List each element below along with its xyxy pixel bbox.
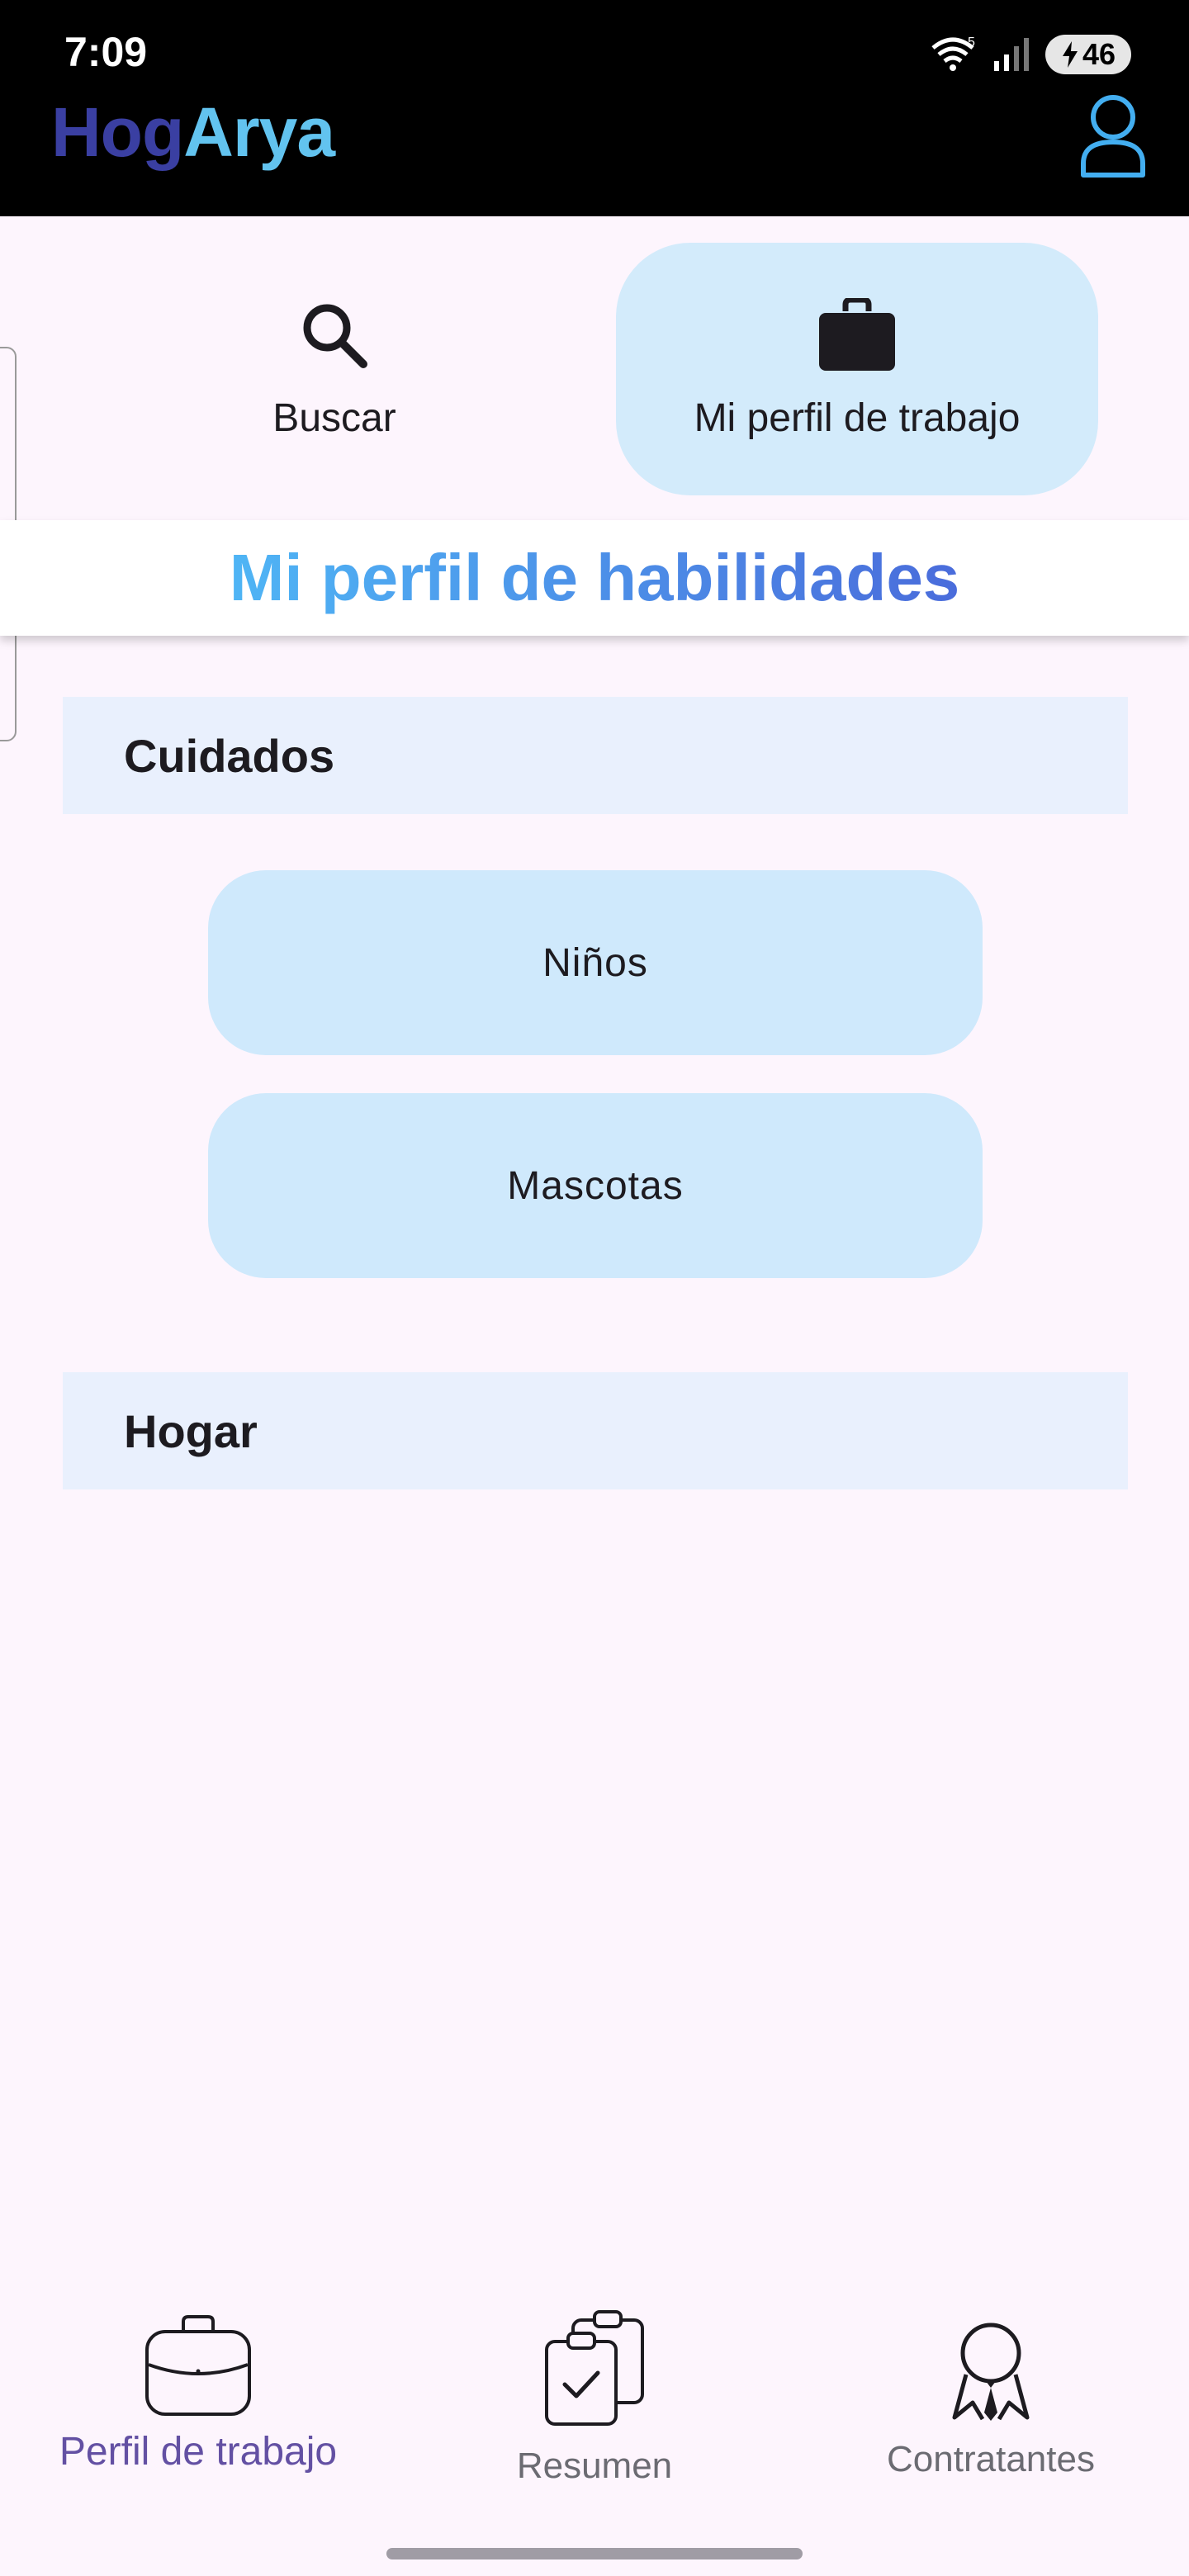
bottom-nav-label: Resumen <box>516 2446 673 2486</box>
clipboard-check-icon <box>545 2310 644 2426</box>
status-time: 7:09 <box>64 29 148 75</box>
bottom-nav-work-profile[interactable]: Perfil de trabajo <box>33 2313 363 2474</box>
wifi-icon: 5 <box>931 36 975 71</box>
skill-chip-ninos[interactable]: Niños <box>208 870 983 1055</box>
person-tie-icon <box>952 2323 1030 2421</box>
top-nav: Buscar Mi perfil de trabajo <box>0 216 1189 514</box>
brand-part-2: Arya <box>183 93 335 171</box>
battery-level: 46 <box>1082 37 1116 71</box>
bottom-nav-contractors[interactable]: Contratantes <box>826 2320 1156 2480</box>
tab-work-profile-label: Mi perfil de trabajo <box>694 395 1021 440</box>
page-title: Mi perfil de habilidades <box>229 541 960 614</box>
charging-icon <box>1062 41 1078 68</box>
app-logo: HogArya <box>51 92 335 173</box>
person-icon[interactable] <box>1080 92 1146 178</box>
page-title-banner: Mi perfil de habilidades <box>0 520 1189 636</box>
bottom-nav-summary[interactable]: Resumen <box>429 2308 760 2487</box>
section-header-cuidados[interactable]: Cuidados <box>63 697 1128 814</box>
signal-icon <box>994 38 1029 71</box>
section-header-hogar[interactable]: Hogar <box>63 1372 1128 1489</box>
app-bar: 7:09 5 46 HogArya <box>0 0 1189 216</box>
skill-label: Mascotas <box>507 1163 684 1208</box>
section-title: Cuidados <box>124 729 335 782</box>
status-icons: 5 46 <box>928 31 1131 78</box>
brand-part-1: Hog <box>51 93 184 171</box>
briefcase-icon <box>819 297 895 371</box>
skill-label: Niños <box>542 940 648 985</box>
tab-search-label: Buscar <box>272 395 396 440</box>
bottom-nav-label: Perfil de trabajo <box>59 2430 338 2474</box>
tab-search[interactable]: Buscar <box>173 243 495 495</box>
search-icon <box>303 304 367 368</box>
home-indicator[interactable] <box>386 2548 803 2559</box>
briefcase-outline-icon <box>145 2315 251 2416</box>
tab-work-profile[interactable]: Mi perfil de trabajo <box>616 243 1098 495</box>
bottom-nav-label: Contratantes <box>887 2439 1095 2479</box>
skill-chip-mascotas[interactable]: Mascotas <box>208 1093 983 1278</box>
battery-indicator: 46 <box>1045 35 1131 74</box>
svg-text:5: 5 <box>968 36 975 50</box>
bottom-nav: Perfil de trabajo Resumen Contratantes <box>0 2279 1189 2576</box>
section-title: Hogar <box>124 1404 258 1457</box>
